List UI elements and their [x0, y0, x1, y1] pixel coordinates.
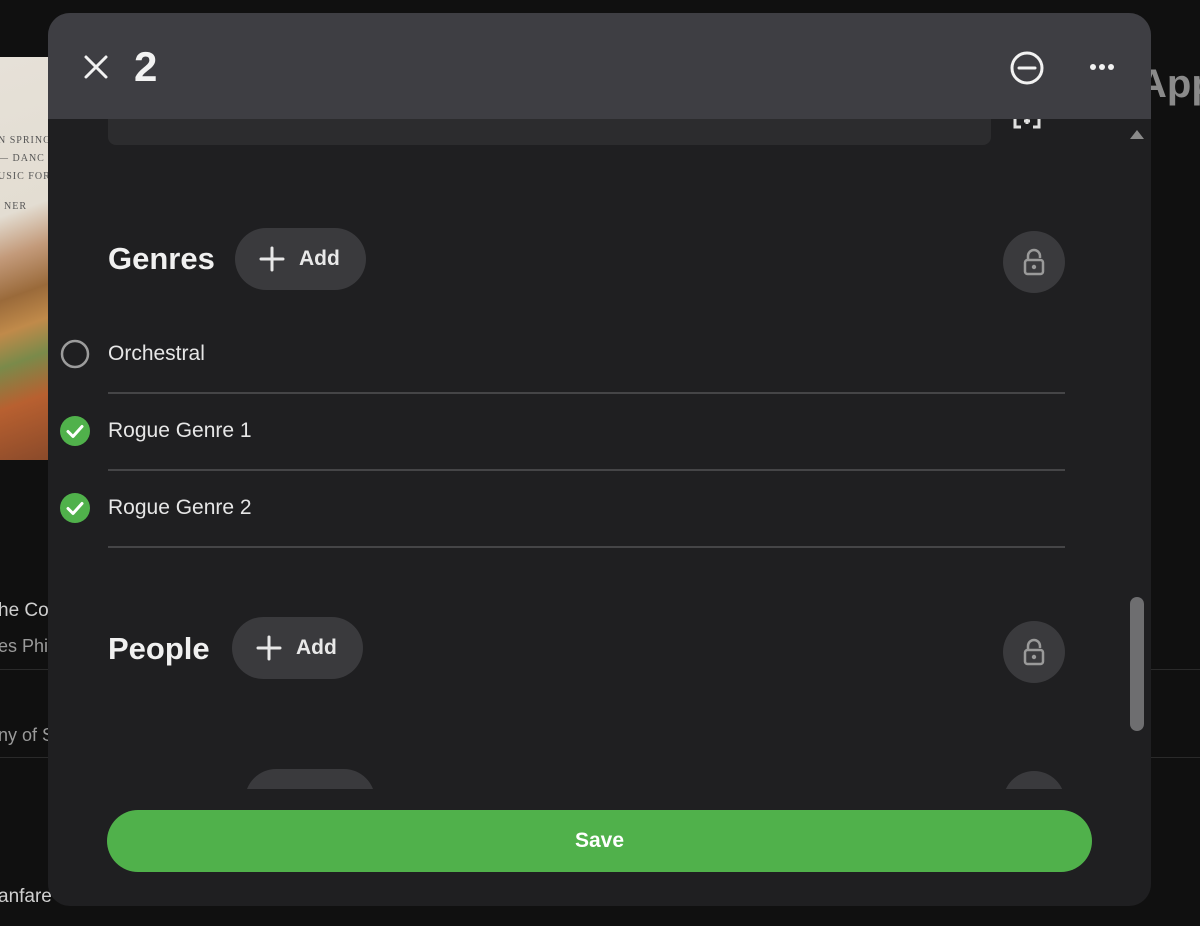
field-action-icon[interactable]	[1011, 119, 1043, 135]
edit-metadata-dialog: 2 Genres Add Orchestral Rogue Genre 1 Ro…	[48, 13, 1151, 906]
list-divider	[108, 546, 1065, 548]
previous-field-input[interactable]	[108, 119, 991, 145]
genre-list-item[interactable]: Orchestral	[48, 317, 1065, 394]
artwork-text: — DANC	[0, 153, 45, 164]
background-album-artist: es Phil	[0, 636, 53, 656]
dialog-title: 2	[134, 43, 158, 90]
next-section-add-button[interactable]	[245, 769, 375, 789]
lock-people-button[interactable]	[1003, 621, 1065, 683]
people-heading: People	[108, 631, 210, 666]
close-icon	[84, 55, 108, 79]
close-button[interactable]	[78, 49, 114, 85]
background-track-title: anfare	[0, 886, 52, 907]
scrollbar-thumb[interactable]	[1130, 597, 1144, 731]
genre-label: Rogue Genre 1	[108, 419, 252, 442]
genre-label: Orchestral	[108, 342, 205, 365]
genres-heading: Genres	[108, 241, 215, 276]
artwork-text: USIC FOR	[0, 171, 50, 182]
genre-list-item[interactable]: Rogue Genre 1	[48, 394, 1065, 471]
scroll-up-arrow-icon[interactable]	[1128, 127, 1146, 141]
dialog-header: 2	[48, 13, 1151, 119]
artwork-text: NER	[4, 201, 27, 212]
add-genre-label: Add	[299, 247, 340, 270]
dialog-scroll-content[interactable]: Genres Add Orchestral Rogue Genre 1 Rogu…	[48, 119, 1151, 789]
more-horizontal-icon	[1090, 64, 1114, 70]
add-person-label: Add	[296, 636, 337, 659]
next-section-lock-button[interactable]	[1003, 771, 1065, 789]
artwork-text: N SPRING	[0, 135, 50, 146]
album-artwork: N SPRING — DANC USIC FOR NER	[0, 57, 50, 460]
add-genre-button[interactable]: Add	[235, 228, 366, 290]
plus-icon	[256, 635, 282, 661]
check-circle-icon[interactable]	[60, 493, 90, 523]
lock-icon	[1023, 248, 1045, 276]
remove-button[interactable]	[1008, 49, 1046, 87]
save-button[interactable]: Save	[107, 810, 1092, 872]
genre-label: Rogue Genre 2	[108, 496, 252, 519]
add-person-button[interactable]: Add	[232, 617, 363, 679]
genre-list-item[interactable]: Rogue Genre 2	[48, 471, 1065, 548]
background-album-title: he Co	[0, 600, 49, 621]
lock-genres-button[interactable]	[1003, 231, 1065, 293]
background-track-title: ny of S	[0, 725, 55, 745]
check-circle-icon[interactable]	[60, 416, 90, 446]
more-options-button[interactable]	[1084, 51, 1120, 87]
lock-icon	[1023, 638, 1045, 666]
radio-empty-icon[interactable]	[60, 339, 90, 369]
minus-circle-icon	[1010, 51, 1044, 85]
plus-icon	[259, 246, 285, 272]
